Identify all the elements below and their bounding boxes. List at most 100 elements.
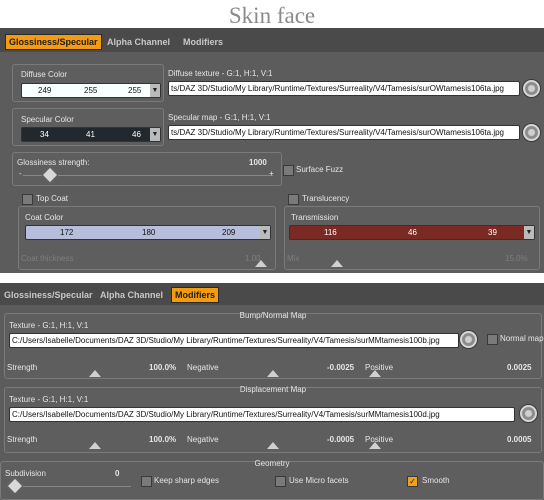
top-panel: Glossiness/Specular Alpha Channel Modifi… [0, 28, 544, 273]
displacement-strength-label: Strength [7, 435, 38, 444]
coat-b: 209 [222, 228, 236, 237]
displacement-texture-path[interactable]: C:/Users/Isabelle/Documents/DAZ 3D/Studi… [9, 407, 515, 422]
specular-g: 41 [86, 130, 95, 139]
glossiness-min: - [19, 169, 22, 178]
displacement-map-header: Displacement Map [239, 385, 307, 394]
transmission-r: 116 [324, 228, 337, 237]
diffuse-texture-label: Diffuse texture - G:1, H:1, V:1 [168, 69, 273, 78]
bump-strength-slider-thumb[interactable] [89, 370, 101, 377]
bump-strength-label: Strength [7, 363, 38, 372]
gear-icon[interactable] [522, 123, 541, 142]
displacement-map-group: Displacement Map Texture - G:1, H:1, V:1… [4, 385, 542, 453]
bump-negative-value: -0.0025 [327, 363, 355, 372]
displacement-texture-label: Texture - G:1, H:1, V:1 [9, 395, 89, 404]
chevron-down-icon[interactable]: ▼ [260, 226, 270, 239]
subdivision-slider-thumb[interactable] [6, 477, 24, 495]
tab-modifiers[interactable]: Modifiers [183, 37, 223, 47]
page-title: Skin face [228, 3, 316, 28]
displacement-strength-slider-thumb[interactable] [89, 442, 101, 449]
bump-texture-label: Texture - G:1, H:1, V:1 [9, 321, 89, 330]
chevron-down-icon[interactable]: ▼ [150, 84, 160, 97]
keep-sharp-edges-checkbox[interactable] [141, 476, 152, 487]
chevron-down-icon[interactable]: ▼ [150, 128, 160, 141]
top-coat-label: Top Coat [36, 194, 69, 203]
top-tab-bar: Glossiness/Specular Alpha Channel Modifi… [0, 28, 544, 52]
translucency-checkbox[interactable] [288, 194, 299, 205]
specular-r: 34 [40, 130, 49, 139]
smooth-label: Smooth [422, 476, 450, 485]
bottom-tab-bar: Glossiness/Specular Alpha Channel Modifi… [0, 283, 544, 305]
diffuse-r: 249 [38, 86, 52, 95]
chevron-down-icon[interactable]: ▼ [524, 226, 534, 239]
bump-map-header: Bump/Normal Map [239, 311, 307, 320]
diffuse-color-group: Diffuse Color 249 255 255 ▼ [12, 64, 164, 102]
glossiness-label: Glossiness strength: [17, 158, 90, 167]
specular-color-label: Specular Color [21, 115, 74, 124]
bump-negative-label: Negative [187, 363, 219, 372]
geometry-group: Geometry Subdivision 0 Keep sharp edges … [0, 459, 544, 500]
coat-color-field[interactable]: 172 180 209 ▼ [25, 225, 271, 240]
specular-color-field[interactable]: 34 41 46 ▼ [21, 127, 161, 142]
displacement-strength-value: 100.0% [149, 435, 177, 444]
bottom-panel: Glossiness/Specular Alpha Channel Modifi… [0, 283, 544, 500]
displacement-positive-slider-thumb[interactable] [369, 442, 381, 449]
tab-glossiness-specular[interactable]: Glossiness/Specular [5, 34, 102, 50]
glossiness-max: + [269, 169, 274, 178]
translucency-label: Translucency [302, 194, 350, 203]
diffuse-texture-path[interactable]: ts/DAZ 3D/Studio/My Library/Runtime/Text… [168, 81, 520, 96]
top-coat-checkbox[interactable] [22, 194, 33, 205]
displacement-negative-label: Negative [187, 435, 219, 444]
glossiness-group: Glossiness strength: 1000 - + [12, 152, 282, 186]
gear-icon[interactable] [459, 330, 478, 349]
diffuse-color-field[interactable]: 249 255 255 ▼ [21, 83, 161, 98]
bump-negative-slider-thumb[interactable] [267, 370, 279, 377]
normal-map-checkbox[interactable] [487, 334, 498, 345]
bump-map-group: Bump/Normal Map Texture - G:1, H:1, V:1 … [4, 311, 544, 379]
micro-facets-label: Use Micro facets [289, 476, 349, 485]
glossiness-slider-thumb[interactable] [41, 166, 59, 184]
glossiness-value: 1000 [249, 158, 267, 167]
surface-fuzz-label: Surface Fuzz [296, 165, 344, 174]
mix-slider-thumb[interactable] [331, 260, 343, 267]
transmission-g: 46 [408, 228, 417, 237]
glossiness-slider-track[interactable] [23, 175, 273, 176]
tab-modifiers[interactable]: Modifiers [171, 287, 220, 303]
smooth-checkbox[interactable]: ✓ [407, 476, 418, 487]
surface-fuzz-checkbox[interactable] [283, 165, 294, 176]
subdivision-value: 0 [115, 469, 120, 478]
bump-strength-value: 100.0% [149, 363, 177, 372]
diffuse-g: 255 [84, 86, 98, 95]
specular-map-path[interactable]: ts/DAZ 3D/Studio/My Library/Runtime/Text… [168, 125, 520, 140]
diffuse-b: 255 [128, 86, 142, 95]
transmission-group: Transmission 116 46 39 ▼ Mix 15.0% [284, 206, 540, 270]
gear-icon[interactable] [519, 404, 538, 423]
normal-map-label: Normal map [500, 334, 544, 343]
geometry-header: Geometry [254, 459, 290, 468]
coat-color-group: Coat Color 172 180 209 ▼ Coat thickness … [18, 206, 276, 270]
specular-map-label: Specular map - G:1, H:1, V:1 [168, 113, 271, 122]
bump-positive-slider-thumb[interactable] [369, 370, 381, 377]
displacement-negative-slider-thumb[interactable] [267, 442, 279, 449]
specular-b: 46 [132, 130, 141, 139]
transmission-b: 39 [488, 228, 497, 237]
coat-thickness-slider-thumb[interactable] [255, 260, 267, 267]
coat-thickness-label: Coat thickness [21, 254, 74, 263]
coat-g: 180 [142, 228, 156, 237]
mix-label: Mix [287, 254, 300, 263]
specular-color-group: Specular Color 34 41 46 ▼ [12, 108, 164, 146]
subdivision-label: Subdivision [5, 469, 46, 478]
subdivision-slider-track[interactable] [9, 486, 131, 487]
coat-color-label: Coat Color [25, 213, 64, 222]
displacement-positive-value: 0.0005 [507, 435, 532, 444]
keep-sharp-edges-label: Keep sharp edges [154, 476, 219, 485]
tab-glossiness-specular[interactable]: Glossiness/Specular [4, 290, 93, 300]
bump-texture-path[interactable]: C:/Users/Isabelle/Documents/DAZ 3D/Studi… [9, 333, 459, 348]
transmission-field[interactable]: 116 46 39 ▼ [289, 225, 535, 240]
bump-positive-value: 0.0025 [507, 363, 532, 372]
gear-icon[interactable] [522, 79, 541, 98]
transmission-label: Transmission [291, 213, 339, 222]
micro-facets-checkbox[interactable] [275, 476, 286, 487]
displacement-negative-value: -0.0005 [327, 435, 355, 444]
tab-alpha-channel[interactable]: Alpha Channel [100, 290, 163, 300]
tab-alpha-channel[interactable]: Alpha Channel [107, 37, 170, 47]
